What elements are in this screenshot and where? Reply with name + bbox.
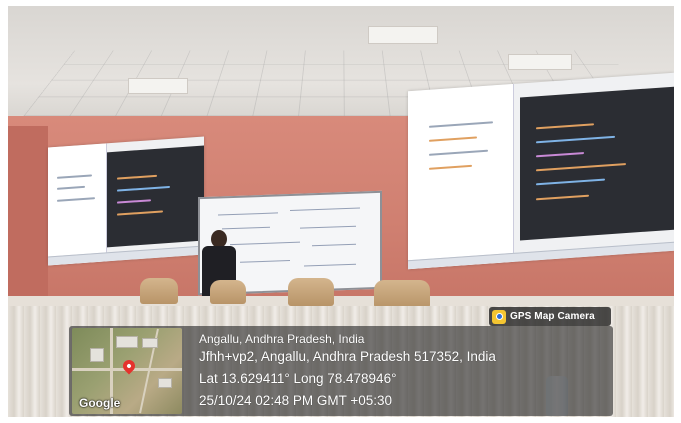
ceiling-light <box>368 26 438 44</box>
map-provider-label: Google <box>79 396 121 410</box>
chair <box>140 278 178 304</box>
chair <box>288 278 334 306</box>
chair <box>374 280 430 308</box>
ceiling-light <box>128 78 188 94</box>
projection-screen-left <box>48 136 204 266</box>
gps-map-camera-badge: GPS Map Camera <box>489 307 611 326</box>
map-pin-icon <box>492 309 506 324</box>
location-pin-icon <box>120 357 138 375</box>
ceiling-light <box>508 54 572 70</box>
stage-edge <box>8 296 674 306</box>
location-address: Jfhh+vp2, Angallu, Andhra Pradesh 517352… <box>199 349 496 364</box>
chair <box>210 280 246 304</box>
badge-label: GPS Map Camera <box>510 311 595 322</box>
location-map-thumbnail: Google <box>72 328 182 414</box>
location-place: Angallu, Andhra Pradesh, India <box>199 332 365 346</box>
side-wall <box>8 126 48 316</box>
location-timestamp: 25/10/24 02:48 PM GMT +05:30 <box>199 393 393 408</box>
location-coordinates: Lat 13.629411° Long 78.478946° <box>199 371 397 386</box>
projection-screen-right <box>408 72 674 270</box>
